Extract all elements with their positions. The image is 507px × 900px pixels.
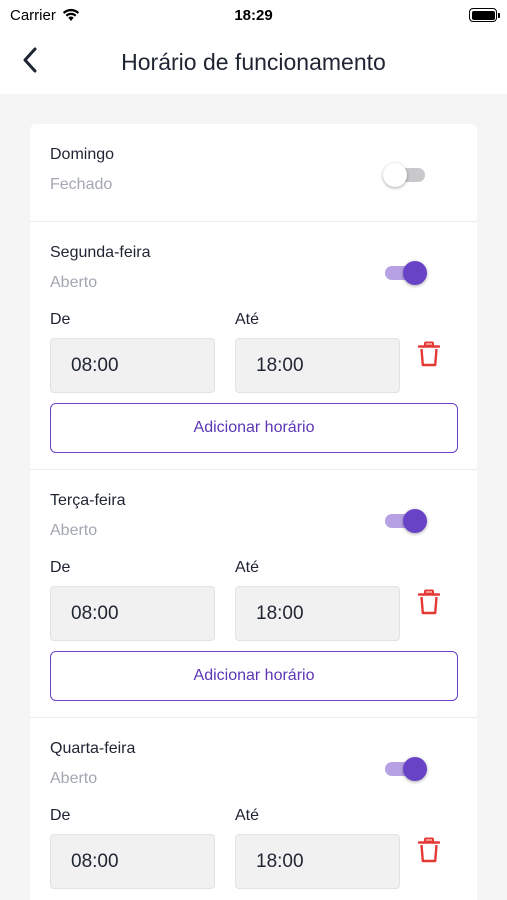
- to-time-input[interactable]: 18:00: [235, 834, 400, 889]
- day-toggle[interactable]: [383, 260, 427, 286]
- time-range-row: De Até 08:00 18:00: [50, 311, 457, 401]
- from-label: De: [50, 311, 71, 328]
- day-section-quarta: Quarta-feira Aberto De Até 08:00 18:00: [30, 717, 477, 900]
- day-section-segunda: Segunda-feira Aberto De Até 08:00 18:00 …: [30, 221, 477, 469]
- page-title: Horário de funcionamento: [121, 48, 386, 75]
- to-label: Até: [235, 311, 260, 328]
- trash-icon[interactable]: [418, 837, 440, 863]
- chevron-left-icon: [23, 47, 37, 73]
- day-toggle[interactable]: [383, 508, 427, 534]
- from-time-input[interactable]: 08:00: [50, 586, 215, 641]
- time-range-row: De Até 08:00 18:00: [50, 807, 457, 897]
- to-label: Até: [235, 807, 260, 824]
- day-header: Segunda-feira Aberto: [50, 222, 457, 291]
- day-section-terca: Terça-feira Aberto De Até 08:00 18:00 Ad…: [30, 469, 477, 717]
- day-toggle[interactable]: [383, 756, 427, 782]
- battery-icon: [469, 8, 500, 22]
- app-header: Horário de funcionamento: [0, 30, 507, 94]
- time-range-row: De Até 08:00 18:00: [50, 559, 457, 649]
- to-label: Até: [235, 559, 260, 576]
- schedule-card: Domingo Fechado Segunda-feira Aberto De …: [30, 124, 477, 900]
- back-button[interactable]: [12, 42, 48, 78]
- from-time-input[interactable]: 08:00: [50, 834, 215, 889]
- to-time-input[interactable]: 18:00: [235, 338, 400, 393]
- wifi-icon: [62, 8, 79, 21]
- day-section-domingo: Domingo Fechado: [30, 124, 477, 221]
- day-toggle[interactable]: [383, 162, 427, 188]
- add-time-button[interactable]: Adicionar horário: [50, 651, 458, 701]
- content-area: Domingo Fechado Segunda-feira Aberto De …: [0, 94, 507, 900]
- day-header: Terça-feira Aberto: [50, 470, 457, 539]
- to-time-input[interactable]: 18:00: [235, 586, 400, 641]
- from-time-input[interactable]: 08:00: [50, 338, 215, 393]
- from-label: De: [50, 559, 71, 576]
- status-left: Carrier: [10, 7, 80, 24]
- trash-icon[interactable]: [418, 341, 440, 367]
- from-label: De: [50, 807, 71, 824]
- trash-icon[interactable]: [418, 589, 440, 615]
- day-header: Domingo Fechado: [50, 124, 457, 193]
- carrier-label: Carrier: [10, 6, 56, 24]
- add-time-button[interactable]: Adicionar horário: [50, 403, 458, 453]
- day-header: Quarta-feira Aberto: [50, 718, 457, 787]
- status-bar: Carrier 18:29: [0, 0, 507, 30]
